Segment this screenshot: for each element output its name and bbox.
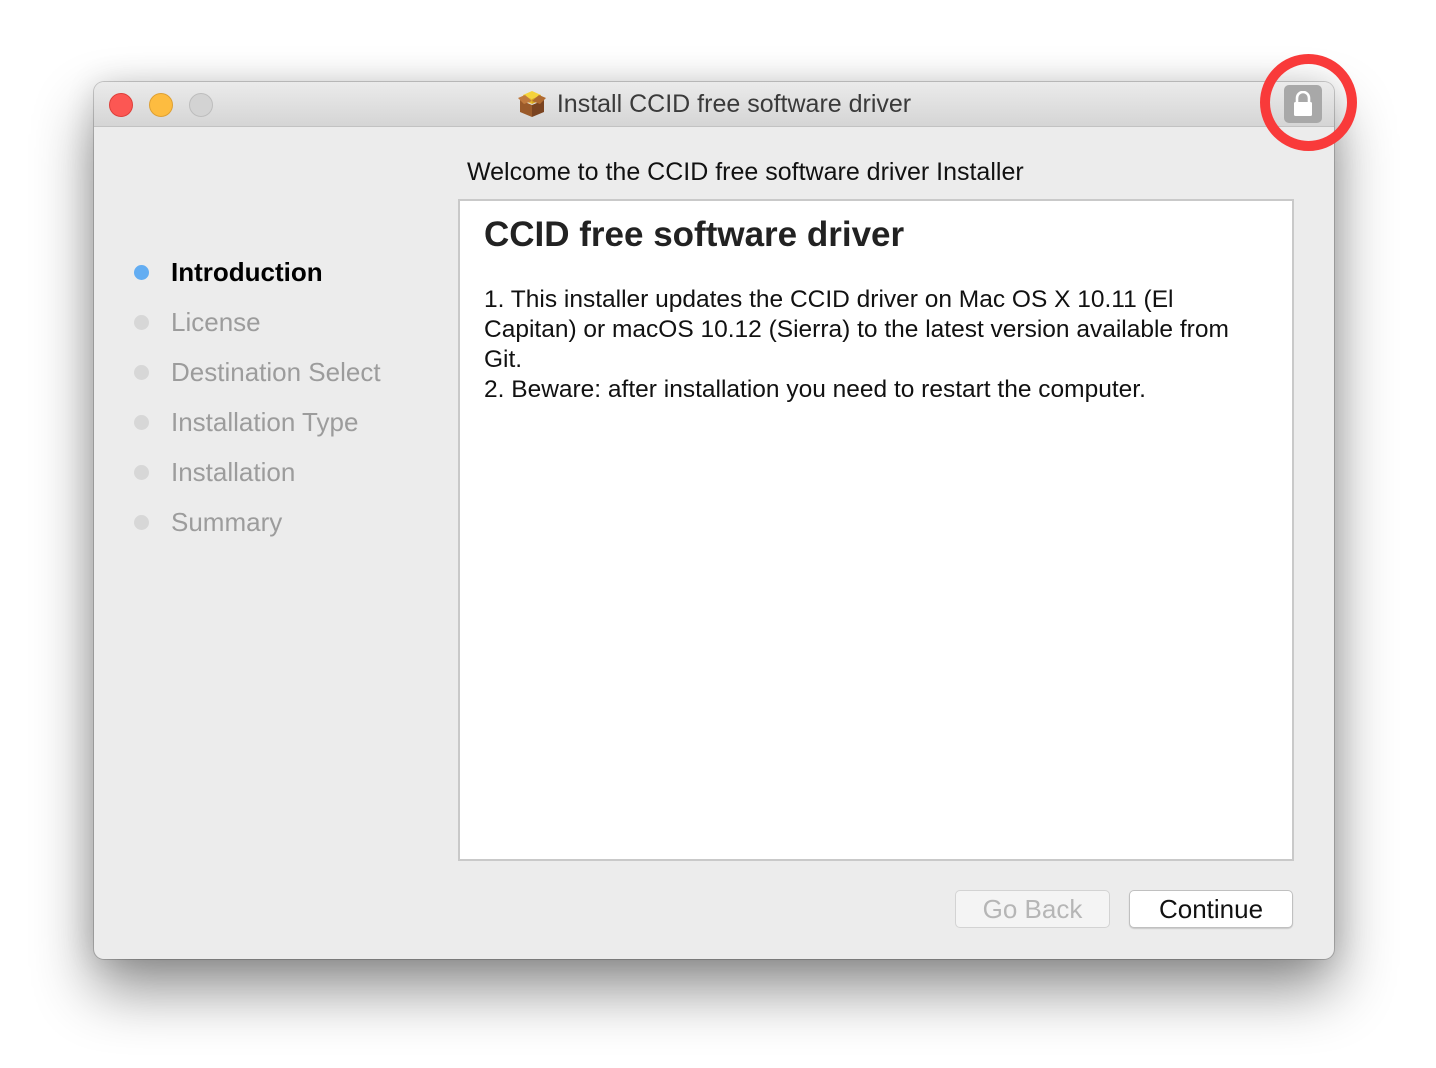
step-label: License: [171, 306, 261, 337]
step-license: License: [134, 297, 381, 347]
installer-window: Install CCID free software driver Introd…: [94, 82, 1334, 959]
content-line: 1. This installer updates the CCID drive…: [484, 286, 1229, 373]
step-indicator-icon: [134, 314, 149, 330]
step-introduction: Introduction: [134, 247, 381, 297]
step-installation: Installation: [134, 447, 381, 497]
content-title: CCID free software driver: [484, 215, 905, 254]
step-destination-select: Destination Select: [134, 347, 381, 397]
continue-button[interactable]: Continue: [1129, 890, 1293, 928]
welcome-heading: Welcome to the CCID free software driver…: [467, 158, 1024, 186]
step-label: Summary: [171, 506, 283, 537]
window-title-wrap: Install CCID free software driver: [94, 82, 1334, 126]
step-indicator-icon: [134, 364, 149, 380]
step-indicator-icon: [134, 414, 149, 430]
annotation-circle: [1260, 54, 1357, 151]
step-indicator-icon: [134, 264, 149, 280]
step-installation-type: Installation Type: [134, 397, 381, 447]
step-indicator-icon: [134, 464, 149, 480]
step-label: Introduction: [171, 256, 323, 287]
title-bar[interactable]: Install CCID free software driver: [94, 82, 1334, 127]
content-line: 2. Beware: after installation you need t…: [484, 376, 1146, 403]
step-label: Installation Type: [171, 406, 359, 437]
go-back-button[interactable]: Go Back: [955, 890, 1110, 928]
package-icon: [517, 91, 546, 117]
step-indicator-icon: [134, 514, 149, 530]
content-body: 1. This installer updates the CCID drive…: [484, 285, 1264, 405]
step-label: Destination Select: [171, 356, 381, 387]
steps-sidebar: Introduction License Destination Select …: [134, 247, 381, 547]
step-summary: Summary: [134, 497, 381, 547]
step-label: Installation: [171, 456, 296, 487]
window-title: Install CCID free software driver: [556, 89, 912, 118]
content-pane[interactable]: CCID free software driver 1. This instal…: [458, 199, 1294, 861]
